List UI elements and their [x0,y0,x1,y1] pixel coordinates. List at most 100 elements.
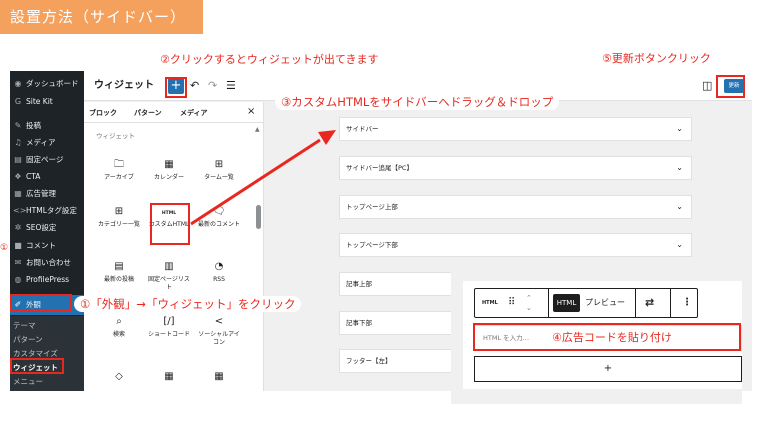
chevron-down-icon[interactable]: ⌄ [676,157,683,179]
block-rss[interactable]: ◔ RSS [196,260,242,284]
scrollbar-thumb[interactable] [256,205,261,229]
profilepress-icon: ◍ [14,275,22,284]
tabs-divider [84,122,264,123]
menu-item-ads[interactable]: ▦ 広告管理 [10,185,84,203]
block-categories[interactable]: ⊞ カテゴリー一覧 [96,205,142,229]
block-search[interactable]: ⌕ 検索 [96,315,142,339]
submenu-item-themes[interactable]: テーマ [10,319,84,333]
widget-area-label: 記事下部 [346,319,372,327]
comments-icon: ■ [14,241,22,250]
categories-icon: ⊞ [114,206,124,217]
block-latest-posts[interactable]: ▤ 最新の投稿 [96,260,142,284]
widget-area-label: フッター【左】 [346,357,392,365]
submenu-item-menus[interactable]: メニュー [10,375,84,389]
block-archives[interactable]: 🗀 アーカイブ [96,158,142,182]
block-page-list[interactable]: ▥ 固定ページリスト [146,260,192,292]
calendar-small-icon: ▦ [214,371,224,382]
add-block-button[interactable]: + [474,356,742,382]
move-up-icon[interactable]: ⌃ [526,293,532,303]
tab-patterns[interactable]: パターン [134,108,162,118]
block-toolbar: HTML ⠿ ⌃ ⌄ HTML プレビュー ⇄ ⋮ [474,288,698,318]
menu-label: ProfilePress [26,275,70,284]
block-social-icons[interactable]: < ソーシャルアイコン [196,315,242,347]
block-type-label: HTML [482,300,498,306]
menu-item-html-tags[interactable]: <> HTMLタグ設定 [10,202,84,220]
menu-label: コメント [26,241,56,250]
sidebar-toggle-icon[interactable]: ◫ [702,77,712,95]
block-calendar[interactable]: ▦ カレンダー [146,158,192,182]
archive-icon: 🗀 [114,159,124,170]
block-label: RSS [213,276,225,283]
annotation-step5: ⑤更新ボタンクリック [602,52,711,65]
menu-label: 広告管理 [26,189,56,198]
media-icon: ♫ [14,138,22,147]
widget-area-label: 記事上部 [346,280,372,288]
tab-blocks[interactable]: ブロック [89,108,117,118]
widget-area-sidebar[interactable]: サイドバー ⌄ [339,117,692,141]
drag-handle-icon[interactable]: ⠿ [508,289,515,317]
posts-icon: ✎ [14,121,22,130]
tab-media[interactable]: メディア [180,108,208,118]
block-tag[interactable]: ◇ [96,370,142,384]
tag-icon: ◇ [115,371,123,382]
menu-item-media[interactable]: ♫ メディア [10,134,84,152]
tag-cloud-icon: ⊞ [214,159,224,170]
annotation-step3: ③カスタムHTMLをサイドバーへドラッグ＆ドロップ [275,94,560,110]
widget-area-top-upper[interactable]: トップページ上部 ⌄ [339,195,692,219]
widget-area-sidebar-follow[interactable]: サイドバー追尾【PC】 ⌄ [339,156,692,180]
latest-posts-icon: ▤ [114,261,124,272]
block-calendar-3[interactable]: ▦ [196,370,242,384]
toolbar-divider [635,289,636,317]
redo-icon[interactable]: ↷ [208,77,217,95]
cta-icon: ❖ [14,172,22,181]
highlight-appearance [10,294,72,311]
menu-item-contact[interactable]: ✉ お問い合わせ [10,254,84,272]
widget-area-top-lower[interactable]: トップページ下部 ⌄ [339,233,692,257]
chevron-down-icon[interactable]: ⌄ [676,196,683,218]
annotation-step2: ②クリックするとウィジェットが出てきます [160,53,379,66]
menu-item-seo[interactable]: ✲ SEO設定 [10,219,84,237]
menu-item-posts[interactable]: ✎ 投稿 [10,117,84,135]
toolbar-divider [670,289,671,317]
block-label: カテゴリー一覧 [97,221,140,228]
menu-item-dashboard[interactable]: ◉ ダッシュボード [10,75,84,93]
menu-item-cta[interactable]: ❖ CTA [10,168,84,186]
chevron-down-icon[interactable]: ⌄ [676,118,683,140]
scroll-up-icon[interactable]: ▲ [255,126,260,133]
html-mode-button[interactable]: HTML [553,294,580,312]
move-down-icon[interactable]: ⌄ [526,303,532,313]
submenu-item-patterns[interactable]: パターン [10,333,84,347]
menu-item-comments[interactable]: ■ コメント [10,237,84,255]
more-options-icon[interactable]: ⋮ [682,289,692,317]
menu-label: メディア [26,138,56,147]
highlight-widgets [10,358,64,374]
undo-icon[interactable]: ↶ [190,77,199,95]
menu-item-sitekit[interactable]: G Site Kit [10,93,84,111]
block-tag-cloud[interactable]: ⊞ ターム一覧 [196,158,242,182]
social-icon: < [214,316,224,327]
block-label: ソーシャルアイコン [198,331,240,346]
block-label: ショートコード [147,331,190,338]
chevron-down-icon[interactable]: ⌄ [676,234,683,256]
annotation-step4: ④広告コードを貼り付け [552,331,672,344]
menu-label: Site Kit [26,97,53,106]
menu-item-profilepress[interactable]: ◍ ProfilePress [10,271,84,289]
block-label: アーカイブ [104,174,134,181]
menu-label: CTA [26,172,41,181]
ads-icon: ▦ [14,189,22,198]
block-calendar-2[interactable]: ▦ [146,370,192,384]
preview-button[interactable]: プレビュー [585,289,625,317]
list-view-icon[interactable]: ☰ [226,77,236,95]
annotation-edge-mark: ① [0,243,8,253]
menu-item-pages[interactable]: ▤ 固定ページ [10,151,84,169]
pages-icon: ▤ [14,155,22,164]
rss-icon: ◔ [214,261,224,272]
admin-sidebar: ◉ ダッシュボード G Site Kit ✎ 投稿 ♫ メディア ▤ 固定ページ ❖ CTA… [10,71,84,391]
block-shortcode[interactable]: [/] ショートコード [146,315,192,339]
transform-icon[interactable]: ⇄ [645,289,654,317]
block-label: 検索 [112,331,125,338]
block-label: 最新のコメント [197,221,240,228]
block-latest-comments[interactable]: 🗨 最新のコメント [196,205,242,229]
close-icon[interactable]: × [247,106,255,118]
widget-area-label: トップページ上部 [346,203,398,211]
